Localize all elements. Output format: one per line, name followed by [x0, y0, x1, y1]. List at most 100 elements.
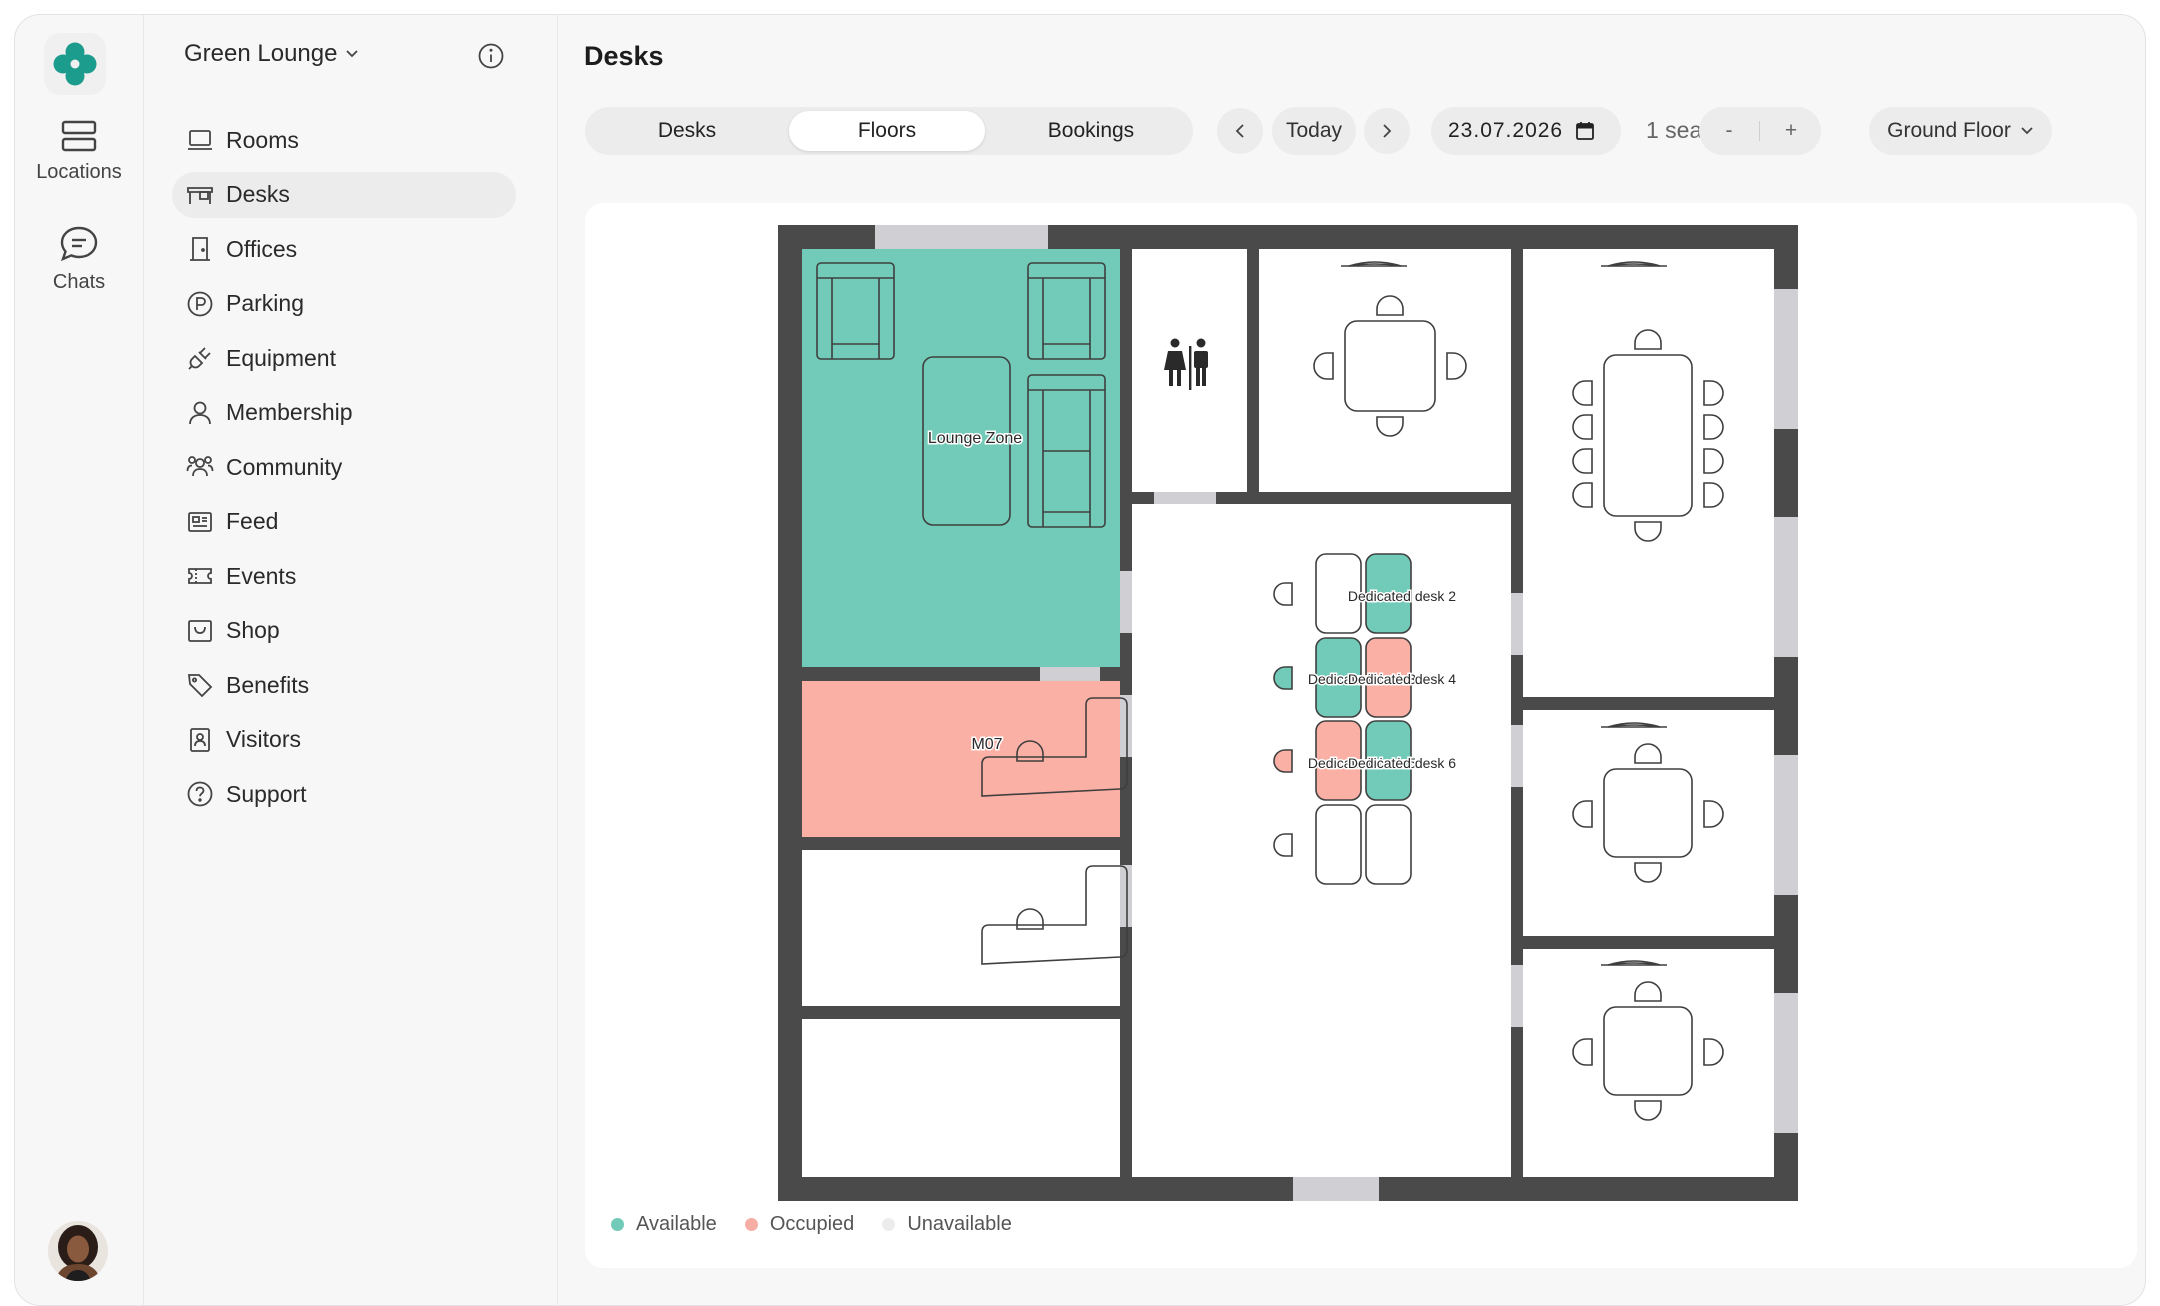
- meeting-room-3: [1523, 949, 1774, 1177]
- avatar-portrait-icon: [48, 1221, 108, 1281]
- laptop-icon: [188, 130, 212, 150]
- next-day-button[interactable]: [1364, 108, 1410, 154]
- sidebar-item-parking[interactable]: Parking: [172, 281, 516, 327]
- tab-floors[interactable]: Floors: [789, 111, 985, 151]
- sidebar-item-membership[interactable]: Membership: [172, 390, 516, 436]
- users-icon: [186, 456, 214, 477]
- desk-7[interactable]: [1315, 804, 1362, 885]
- parking-icon: [187, 291, 213, 316]
- view-switcher: Desks Floors Bookings: [585, 107, 1193, 155]
- floor-plan: Lounge Zone M07 Dedicated desk 2 Dedicat…: [778, 225, 1798, 1201]
- chevron-right-icon: [1383, 124, 1392, 138]
- meeting-room-large: [1523, 249, 1774, 697]
- sidebar-item-community[interactable]: Community: [172, 444, 516, 490]
- app-window: Locations Chats Green Lounge Rooms Desks…: [14, 14, 2146, 1306]
- rail-item-label: Locations: [36, 161, 122, 183]
- newspaper-icon: [188, 511, 212, 532]
- page-title: Desks: [584, 41, 664, 71]
- desk-chair: [1273, 582, 1293, 606]
- floorplan-card: Lounge Zone M07 Dedicated desk 2 Dedicat…: [585, 203, 2137, 1268]
- sidebar-item-desks[interactable]: Desks: [172, 171, 516, 218]
- floor-select[interactable]: Ground Floor: [1869, 107, 2052, 155]
- sidebar: Green Lounge Rooms Desks Offices Parking…: [144, 15, 558, 1305]
- legend-label: Unavailable: [907, 1213, 1012, 1235]
- occupied-dot-icon: [744, 1218, 758, 1231]
- sidebar-nav: Rooms Desks Offices Parking Equipment Me…: [172, 117, 516, 826]
- brand-logo[interactable]: [44, 33, 106, 95]
- desk-label-6: Dedicated desk 6: [1348, 755, 1456, 771]
- sidebar-item-label: Shop: [226, 617, 280, 643]
- floor-select-value: Ground Floor: [1887, 119, 2011, 142]
- sidebar-item-label: Visitors: [226, 726, 301, 752]
- sidebar-item-offices[interactable]: Offices: [172, 226, 516, 272]
- increment-seat-button[interactable]: +: [1761, 107, 1821, 155]
- door-icon: [190, 237, 210, 261]
- legend-item-occupied: Occupied: [744, 1213, 855, 1236]
- today-button[interactable]: Today: [1272, 107, 1356, 155]
- stepper-divider: [1759, 121, 1760, 141]
- decrement-seat-button[interactable]: -: [1699, 107, 1759, 155]
- sidebar-item-label: Events: [226, 562, 297, 589]
- chevron-left-icon: [1235, 124, 1244, 138]
- sidebar-item-label: Rooms: [226, 126, 299, 153]
- shopping-bag-icon: [188, 619, 212, 642]
- chevron-down-icon: [2021, 127, 2033, 135]
- unavailable-dot-icon: [882, 1218, 896, 1231]
- sidebar-item-label: Community: [226, 453, 343, 480]
- legend-item-available: Available: [611, 1213, 717, 1236]
- rail-item-label: Chats: [52, 271, 106, 293]
- calendar-icon: [1576, 122, 1595, 140]
- legend-label: Available: [636, 1213, 717, 1235]
- desk-label-4: Dedicated desk 4: [1348, 671, 1456, 687]
- sidebar-item-label: Desks: [226, 181, 290, 207]
- brand-clover-icon: [53, 42, 97, 86]
- meeting-room-small: [1259, 249, 1511, 492]
- available-dot-icon: [611, 1218, 624, 1231]
- office-room-3: [802, 850, 1120, 1006]
- sidebar-item-label: Benefits: [226, 671, 310, 698]
- sidebar-item-support[interactable]: Support: [172, 771, 516, 817]
- zone-label-m07: M07: [971, 736, 1002, 753]
- sidebar-item-events[interactable]: Events: [172, 553, 516, 599]
- sidebar-item-equipment[interactable]: Equipment: [172, 335, 516, 381]
- sidebar-item-benefits[interactable]: Benefits: [172, 662, 516, 708]
- user-icon: [189, 401, 211, 424]
- date-picker[interactable]: 23.07.2026: [1431, 107, 1621, 155]
- user-avatar[interactable]: [48, 1221, 108, 1281]
- lounge-zone-room[interactable]: [802, 249, 1120, 667]
- desk-chair: [1273, 749, 1293, 773]
- zone-label-lounge: Lounge Zone: [928, 430, 1022, 447]
- info-button[interactable]: [477, 42, 505, 75]
- chevron-down-icon: [346, 50, 359, 58]
- sidebar-item-shop[interactable]: Shop: [172, 608, 516, 654]
- seat-stepper: - +: [1699, 107, 1821, 155]
- sidebar-item-label: Support: [226, 780, 307, 807]
- date-value: 23.07.2026: [1448, 119, 1564, 142]
- server-stack-icon: [61, 120, 97, 152]
- m07-room[interactable]: [802, 681, 1120, 837]
- sidebar-item-label: Equipment: [226, 344, 336, 371]
- tag-icon: [187, 674, 213, 698]
- rail-item-chats[interactable]: Chats: [15, 225, 143, 294]
- main-content: Desks Desks Floors Bookings Today 23.07.…: [558, 15, 2145, 1305]
- desk-8[interactable]: [1365, 804, 1412, 885]
- sidebar-item-visitors[interactable]: Visitors: [172, 717, 516, 763]
- tab-bookings[interactable]: Bookings: [993, 111, 1189, 151]
- tab-desks[interactable]: Desks: [589, 111, 785, 151]
- status-legend: Available Occupied Unavailable: [611, 1213, 1012, 1236]
- plug-icon: [188, 347, 211, 370]
- previous-day-button[interactable]: [1217, 108, 1263, 154]
- sidebar-item-feed[interactable]: Feed: [172, 499, 516, 545]
- desk-chair: [1273, 833, 1293, 857]
- legend-item-unavailable: Unavailable: [882, 1213, 1012, 1236]
- workspace-name: Green Lounge: [184, 40, 338, 67]
- storage-room: [802, 1019, 1120, 1177]
- info-icon: [478, 43, 504, 69]
- sidebar-item-label: Parking: [226, 290, 304, 316]
- sidebar-item-label: Membership: [226, 399, 353, 425]
- sidebar-item-rooms[interactable]: Rooms: [172, 117, 516, 163]
- rail-item-locations[interactable]: Locations: [15, 119, 143, 184]
- legend-label: Occupied: [769, 1213, 855, 1235]
- badge-icon: [190, 727, 210, 752]
- workspace-selector[interactable]: Green Lounge: [184, 40, 359, 68]
